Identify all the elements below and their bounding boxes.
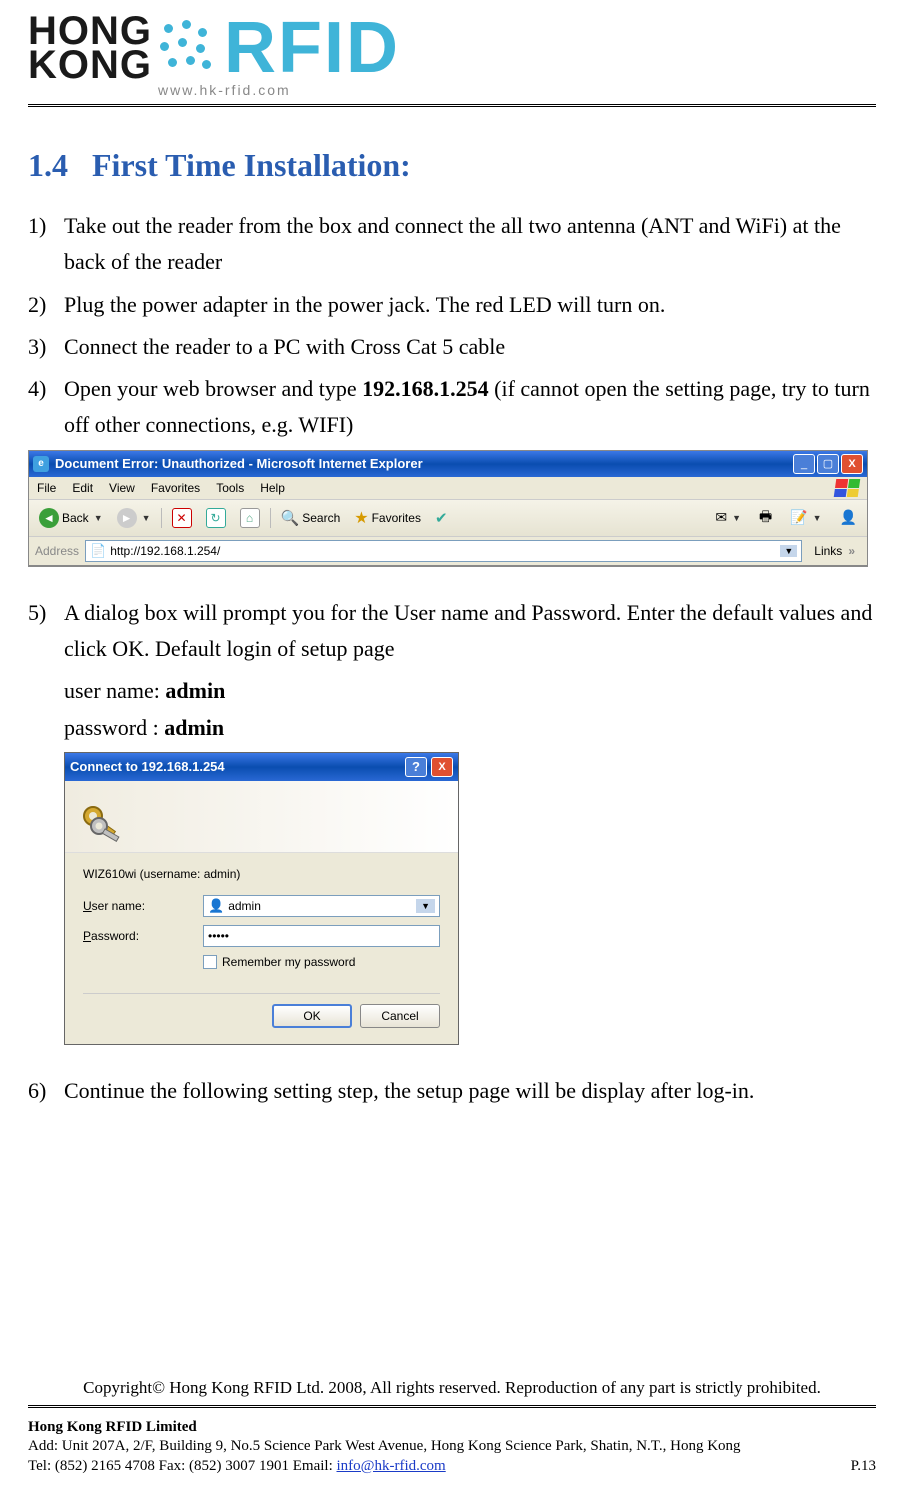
windows-flag-icon [834,479,861,497]
step-4-ip: 192.168.1.254 [362,376,489,401]
page-footer: Hong Kong RFID Limited Add: Unit 207A, 2… [28,1418,876,1477]
auth-button-row: OK Cancel [83,1004,440,1028]
menu-favorites[interactable]: Favorites [151,481,200,495]
print-button[interactable]: 🖶 [755,504,776,532]
cancel-button[interactable]: Cancel [360,1004,440,1028]
remember-label: Remember my password [222,955,355,969]
refresh-button[interactable]: ↻ [202,506,230,530]
maximize-button[interactable]: ▢ [817,454,839,474]
username-dropdown-icon[interactable]: ▼ [416,899,435,913]
auth-close-button[interactable]: X [431,757,453,777]
toolbar-separator [270,508,271,528]
auth-body: WIZ610wi (username: admin) User name: 👤 … [65,853,458,1044]
address-label: Address [35,544,79,558]
auth-titlebar: Connect to 192.168.1.254 ? X [65,753,458,781]
logo-rfid: RFID [224,12,400,84]
ie-app-icon: e [33,456,49,472]
step-5-password: password : admin [64,710,876,746]
ie-toolbar: ◄Back▼ ►▼ ✕ ↻ ⌂ 🔍Search ★Favorites ✔ ✉▼ … [29,500,867,537]
auth-divider [83,993,440,994]
forward-button[interactable]: ►▼ [113,506,155,530]
password-row: Password: ••••• [83,925,440,947]
history-button[interactable]: ✔ [431,507,452,529]
header-divider [28,104,876,107]
auth-server-text: WIZ610wi (username: admin) [83,867,440,881]
password-value: ••••• [208,929,229,943]
logo-url: www.hk-rfid.com [158,82,876,98]
step-3: Connect the reader to a PC with Cross Ca… [28,329,876,365]
page-number: P.13 [851,1457,876,1477]
footer-contact: Tel: (852) 2165 4708 Fax: (852) 3007 190… [28,1457,876,1477]
step-2: Plug the power adapter in the power jack… [28,287,876,323]
menu-help[interactable]: Help [260,481,285,495]
section-title-text: First Time Installation: [92,147,411,183]
step-4-pre: Open your web browser and type [64,376,362,401]
home-button[interactable]: ⌂ [236,506,264,530]
install-steps-cont: A dialog box will prompt you for the Use… [28,595,876,668]
step-1: Take out the reader from the box and con… [28,208,876,281]
menu-view[interactable]: View [109,481,135,495]
minimize-button[interactable]: _ [793,454,815,474]
auth-title: Connect to 192.168.1.254 [70,759,405,774]
keys-icon [79,802,123,846]
edit-button[interactable]: 📝▼ [786,507,825,528]
install-steps: Take out the reader from the box and con… [28,208,876,444]
step-5: A dialog box will prompt you for the Use… [28,595,876,668]
username-row: User name: 👤 admin ▼ [83,895,440,917]
toolbar-separator [161,508,162,528]
section-heading: 1.4 First Time Installation: [28,147,876,184]
address-input[interactable]: 📄 http://192.168.1.254/ ▼ [85,540,802,562]
ie-titlebar: e Document Error: Unauthorized - Microso… [29,451,867,477]
address-dropdown-icon[interactable]: ▼ [780,545,797,557]
section-number: 1.4 [28,147,68,183]
ie-window-title: Document Error: Unauthorized - Microsoft… [55,456,791,471]
messenger-button[interactable]: 👤 [836,507,861,528]
step-5-username: user name: admin [64,673,876,709]
page-icon: 📄 [90,543,106,559]
install-steps-cont2: Continue the following setting step, the… [28,1073,876,1109]
ie-menubar: File Edit View Favorites Tools Help [29,477,867,500]
logo-dots-icon [158,18,218,78]
username-value: admin [228,899,261,913]
copyright-text: Copyright© Hong Kong RFID Ltd. 2008, All… [28,1378,876,1398]
remember-checkbox[interactable] [203,955,217,969]
back-button[interactable]: ◄Back▼ [35,506,107,530]
search-button[interactable]: 🔍Search [277,507,345,529]
username-label: User name: [83,899,203,913]
address-value: http://192.168.1.254/ [110,544,220,558]
stop-button[interactable]: ✕ [168,506,196,530]
password-input[interactable]: ••••• [203,925,440,947]
favorites-button[interactable]: ★Favorites [350,506,425,530]
menu-edit[interactable]: Edit [72,481,93,495]
remember-row: Remember my password [203,955,440,969]
close-button[interactable]: X [841,454,863,474]
footer-company: Hong Kong RFID Limited [28,1418,876,1438]
ie-browser-window: e Document Error: Unauthorized - Microso… [28,450,868,567]
auth-dialog: Connect to 192.168.1.254 ? X WIZ610wi (u… [64,752,459,1045]
step-4: Open your web browser and type 192.168.1… [28,371,876,444]
user-icon: 👤 [208,898,224,914]
menu-file[interactable]: File [37,481,56,495]
auth-banner [65,781,458,853]
page-header: HONG KONG RFID [28,0,876,88]
links-button[interactable]: Links» [808,542,861,560]
logo-hongkong: HONG KONG [28,14,152,82]
ie-address-bar: Address 📄 http://192.168.1.254/ ▼ Links» [29,537,867,566]
mail-button[interactable]: ✉▼ [711,507,745,528]
help-button[interactable]: ? [405,757,427,777]
ok-button[interactable]: OK [272,1004,352,1028]
logo-kong: KONG [28,48,152,82]
step-6: Continue the following setting step, the… [28,1073,876,1109]
menu-tools[interactable]: Tools [216,481,244,495]
footer-divider [28,1405,876,1408]
footer-address: Add: Unit 207A, 2/F, Building 9, No.5 Sc… [28,1437,876,1457]
username-input[interactable]: 👤 admin ▼ [203,895,440,917]
footer-email-link[interactable]: info@hk-rfid.com [337,1458,446,1474]
password-label: Password: [83,929,203,943]
